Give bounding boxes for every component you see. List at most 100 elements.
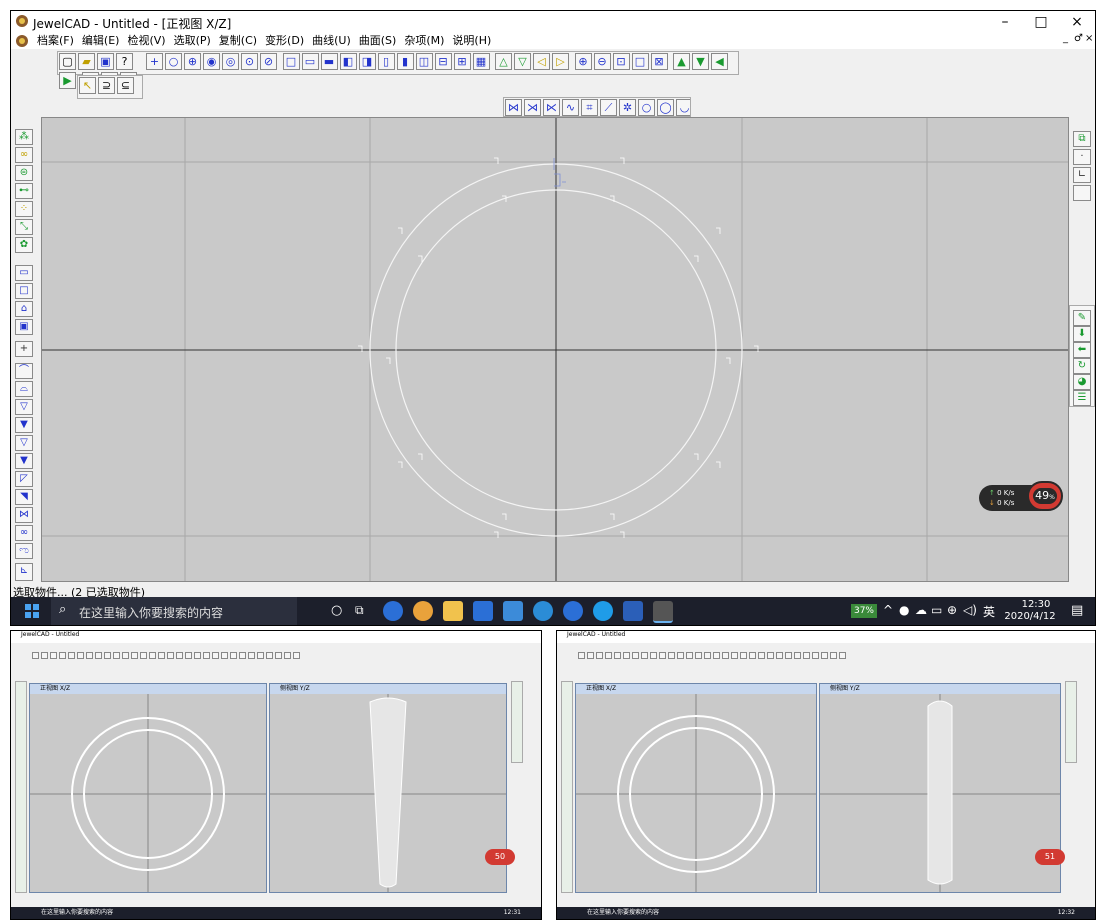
view-top-icon[interactable]: ▭ [301,53,319,70]
zoom-in-icon[interactable]: ⊕ [574,53,592,70]
clock-app-icon[interactable] [383,601,403,621]
view-bottom-icon[interactable]: ▬ [320,53,338,70]
tool-rect-small-icon[interactable]: ▭ [15,265,33,281]
down-arrow-icon[interactable]: ⬇ [1073,326,1091,342]
mail-icon[interactable] [503,601,523,621]
tool-axis-icon[interactable]: + [15,341,33,357]
tool-gem3-icon[interactable]: ▽ [15,435,33,451]
curve-gear-icon[interactable]: ✲ [619,99,636,116]
circle-cross-icon[interactable]: ⊘ [260,53,277,70]
tray-chevron-icon[interactable]: ^ [883,603,893,617]
view-grid-icon[interactable]: ▦ [472,53,490,70]
circle-mid-icon[interactable]: ⊙ [241,53,258,70]
view-left-icon[interactable]: ◧ [339,53,357,70]
tool-gem2-icon[interactable]: ▼ [15,417,33,433]
tool-cone-icon[interactable]: ⌂ [15,301,33,317]
tool-bow-icon[interactable]: ⋈ [15,507,33,523]
circle-mark-icon[interactable]: ◎ [222,53,239,70]
tool-twist-icon[interactable]: ⤡ [15,219,33,235]
rotate-down-icon[interactable]: ▼ [692,53,709,70]
tool-measure-icon[interactable]: ⊾ [15,563,33,581]
circle-plus-icon[interactable]: ⊕ [184,53,201,70]
curve-mirror-icon[interactable]: ⋈ [505,99,522,116]
brush-icon[interactable]: ✎ [1073,310,1091,326]
close-button[interactable]: × [1059,11,1095,33]
tool-gem4-icon[interactable]: ▼ [15,453,33,469]
rotate-left-icon[interactable]: ◀ [711,53,728,70]
menu-copy[interactable]: 复制(C) [215,33,261,49]
tray-app-icon[interactable]: ● [899,603,909,617]
menu-select[interactable]: 选取(P) [170,33,215,49]
curve-free-icon[interactable]: ∿ [562,99,579,116]
rotate-up-icon[interactable]: ▲ [673,53,690,70]
view-four-icon[interactable]: ⊞ [453,53,471,70]
word-icon[interactable] [623,601,643,621]
layer-icon[interactable]: ⧉ [1073,131,1091,147]
start-icon[interactable] [25,604,39,618]
zoom-fit-icon[interactable]: □ [631,53,649,70]
pan-left-icon[interactable]: ◁ [533,53,550,70]
zoom-all-icon[interactable]: ⊠ [650,53,668,70]
help-pointer-icon[interactable]: ? [116,53,133,70]
taskbar-search[interactable]: ⌕ 在这里输入你要搜索的内容 [51,597,297,625]
curve-circle-icon[interactable]: ○ [638,99,655,116]
minimize-button[interactable]: – [987,11,1023,33]
volume-icon[interactable]: ◁) [963,603,977,617]
tool-curl-icon[interactable]: ಌ [15,543,33,559]
redo-icon[interactable]: ⊆ [117,77,134,94]
clock-time[interactable]: 12:30 [1011,599,1061,610]
cortana-icon[interactable]: ○ [331,603,342,618]
curve-oval-icon[interactable]: ◯ [657,99,674,116]
triangle-down-icon[interactable]: ▽ [514,53,531,70]
tool-arc-icon[interactable]: ⌓ [15,381,33,397]
tool-extrude-icon[interactable]: ⁂ [15,129,33,145]
triangle-up-icon[interactable]: △ [495,53,512,70]
view-split-v-icon[interactable]: ◫ [415,53,433,70]
tray-cloud-icon[interactable]: ☁ [915,603,927,617]
menu-transform[interactable]: 变形(D) [261,33,308,49]
view-single-icon[interactable]: □ [282,53,300,70]
tool-rail-icon[interactable]: ⁘ [15,201,33,217]
curve-arc-icon[interactable]: ◡ [676,99,690,116]
new-file-icon[interactable]: ▢ [59,53,76,70]
tool-gear-icon[interactable]: ✿ [15,237,33,253]
tool-gem6-icon[interactable]: ◥ [15,489,33,505]
tool-revolve-icon[interactable]: ∞ [15,147,33,163]
mdi-close-button[interactable]: × [1085,33,1093,44]
jewelcad-taskbar-icon[interactable] [653,601,673,623]
corner-icon[interactable]: ∟ [1073,167,1091,183]
viewport-front-xz[interactable] [41,117,1069,582]
tool-sweep-icon[interactable]: ⊜ [15,165,33,181]
task-view-icon[interactable]: ⧉ [355,603,364,618]
left-arrow-icon[interactable]: ⬅ [1073,342,1091,358]
network-icon[interactable]: ⊕ [947,603,957,617]
view-back-icon[interactable]: ▮ [396,53,414,70]
curve-line-icon[interactable]: ⟋ [600,99,617,116]
point-icon[interactable]: + [146,53,163,70]
rotate-right-icon[interactable]: ▶ [59,72,76,89]
tool-rect-icon[interactable]: □ [15,283,33,299]
tray-display-icon[interactable]: ▭ [931,603,942,617]
tool-cube-icon[interactable]: ▣ [15,319,33,335]
menu-view[interactable]: 检视(V) [123,33,169,49]
ie-icon[interactable] [593,601,613,621]
curve-box-icon[interactable]: ⌗ [581,99,598,116]
view-front-icon[interactable]: ▯ [377,53,395,70]
curve-sym2-icon[interactable]: ⋉ [543,99,560,116]
control-points[interactable] [358,157,759,538]
maximize-button[interactable]: □ [1023,11,1059,33]
circle-icon[interactable]: ○ [165,53,182,70]
pan-right-icon[interactable]: ▷ [552,53,569,70]
stack-icon[interactable]: ☰ [1073,390,1091,406]
menu-help[interactable]: 说明(H) [448,33,495,49]
select-arrow-icon[interactable]: ↖ [79,77,96,94]
menu-curve[interactable]: 曲线(U) [308,33,355,49]
battery-indicator[interactable]: 37% [851,604,877,618]
app-blue-icon[interactable] [533,601,553,621]
undo-icon[interactable]: ⊇ [98,77,115,94]
browser-app-icon[interactable] [413,601,433,621]
save-icon[interactable]: ▣ [97,53,114,70]
view-right-icon[interactable]: ◨ [358,53,376,70]
edge-icon[interactable] [563,601,583,621]
blank-toggle-icon[interactable] [1073,185,1091,201]
